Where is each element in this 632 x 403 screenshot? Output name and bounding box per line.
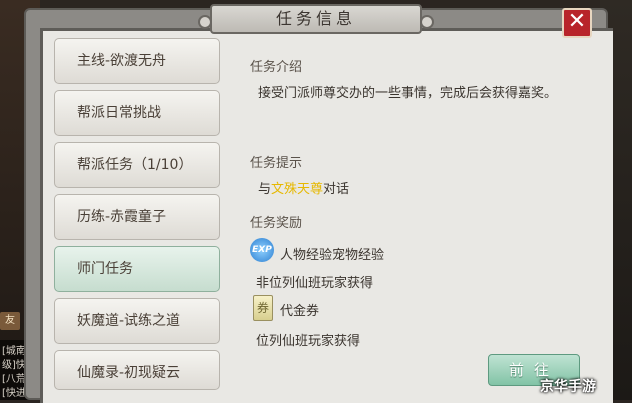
exp-icon: EXP <box>250 238 274 262</box>
hint-text: 与文殊天尊对话 <box>258 178 349 197</box>
watermark: 京华手游 <box>540 379 596 395</box>
hint-suffix: 对话 <box>323 182 350 197</box>
coupon-icon: 券 <box>253 295 273 321</box>
reward-text: 人物经验宠物经验 <box>280 248 385 263</box>
npc-link[interactable]: 文殊天尊 <box>271 182 323 197</box>
intro-title: 任务介绍 <box>250 60 303 75</box>
chat-line: [快进 <box>2 388 26 399</box>
task-list-item[interactable]: 仙魔录-初现疑云 <box>54 350 220 390</box>
task-list-item[interactable]: 帮派任务（1/10） <box>54 142 220 188</box>
chat-line: [八荒 <box>2 374 26 385</box>
task-list-item[interactable]: 妖魔道-试练之道 <box>54 298 220 344</box>
reward-title: 任务奖励 <box>250 216 303 231</box>
hint-prefix: 与 <box>258 182 272 197</box>
window-title: 任务信息 <box>198 4 434 34</box>
reward-text: 代金券 <box>280 304 320 319</box>
task-list-item[interactable]: 帮派日常挑战 <box>54 90 220 136</box>
task-list-item[interactable]: 主线-欲渡无舟 <box>54 38 220 84</box>
hint-title: 任务提示 <box>250 156 303 171</box>
friend-badge[interactable]: 友 <box>0 312 20 330</box>
reward-condition: 位列仙班玩家获得 <box>256 334 361 349</box>
task-list-item[interactable]: 历练-赤霞童子 <box>54 194 220 240</box>
chat-line: [城南 <box>2 346 26 357</box>
reward-condition: 非位列仙班玩家获得 <box>256 276 374 291</box>
close-button[interactable]: ✕ <box>562 8 592 38</box>
task-list-item-selected[interactable]: 师门任务 <box>54 246 220 292</box>
intro-text: 接受门派师尊交办的一些事情，完成后会获得嘉奖。 <box>258 86 558 101</box>
